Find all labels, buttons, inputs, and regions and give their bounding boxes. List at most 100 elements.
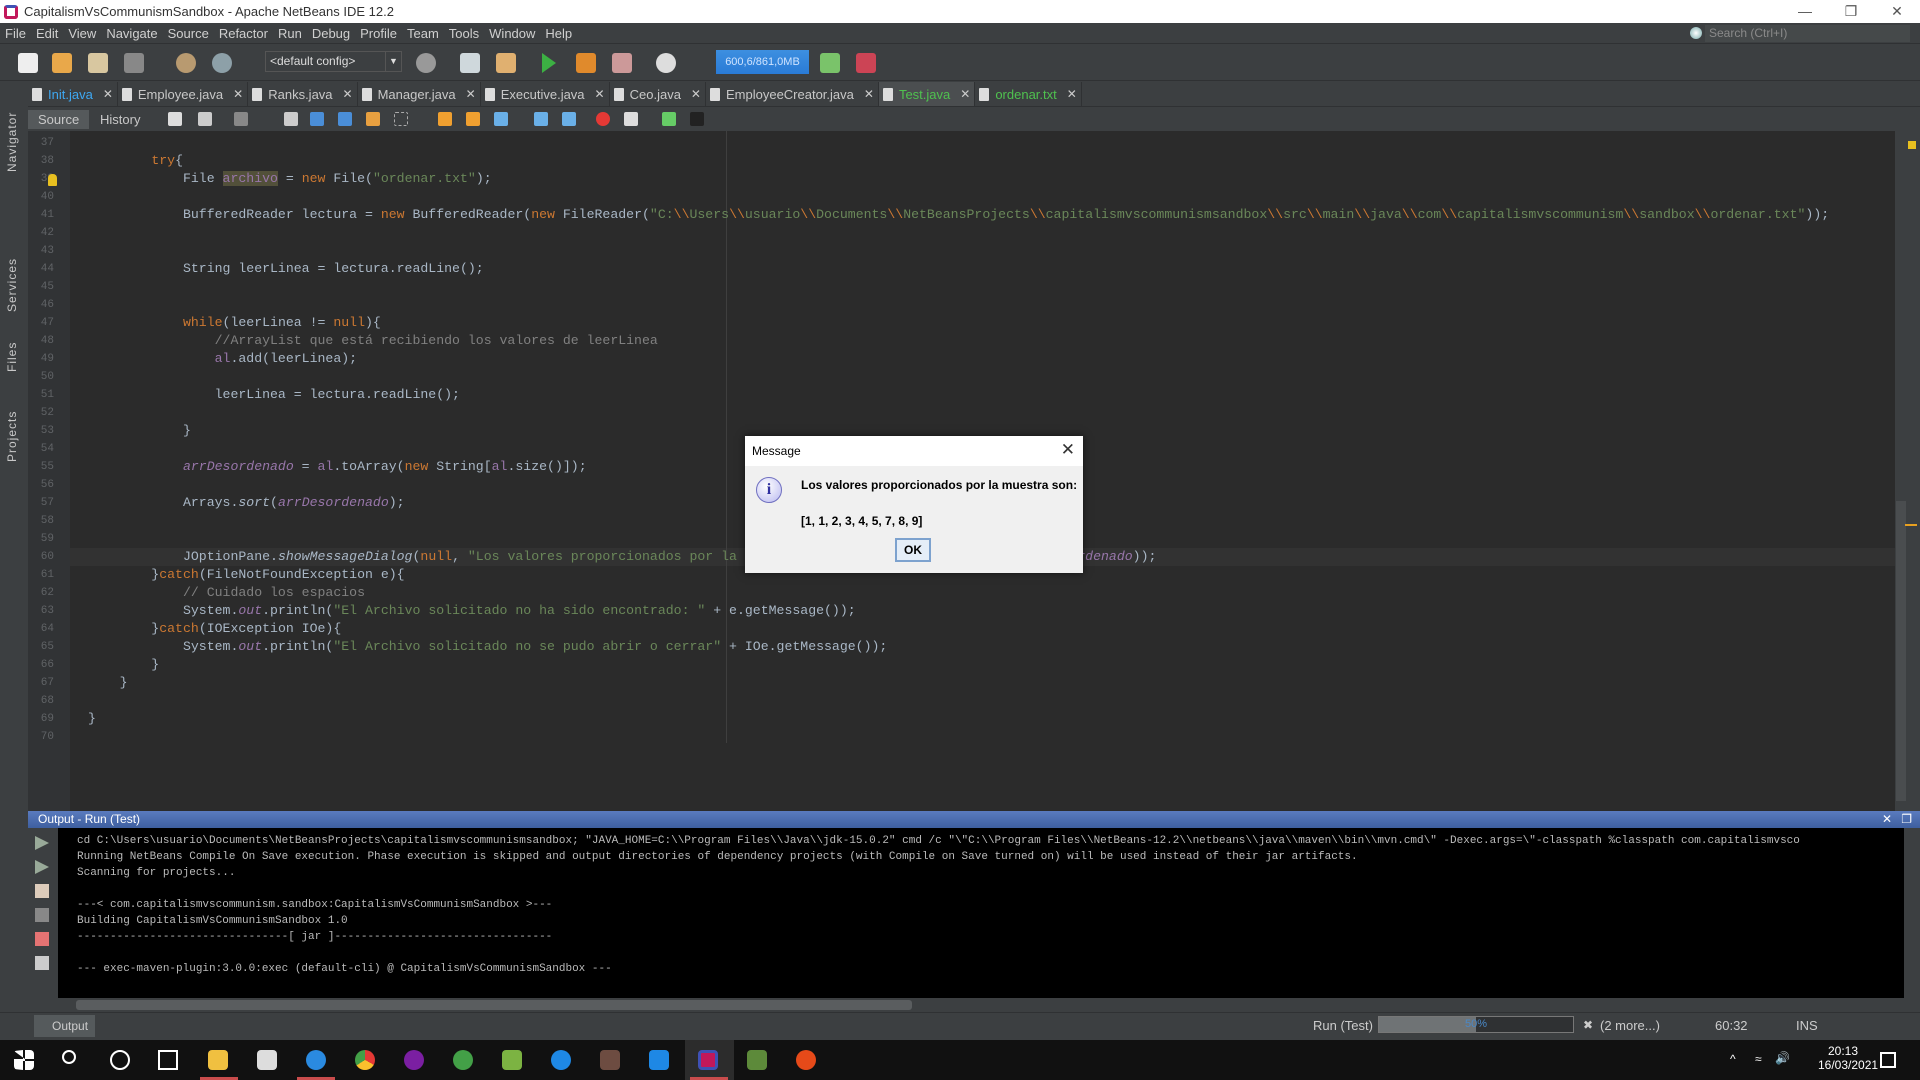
maximize-button[interactable]: ❐ — [1828, 0, 1874, 23]
uncomment-icon[interactable] — [690, 112, 704, 126]
podcast-app-icon[interactable] — [404, 1050, 424, 1070]
task-view-icon[interactable] — [158, 1050, 178, 1070]
next-bookmark-icon[interactable] — [466, 112, 480, 126]
vscode-icon[interactable] — [649, 1050, 669, 1070]
ok-button[interactable]: OK — [895, 538, 931, 562]
start-icon[interactable] — [14, 1050, 34, 1070]
last-edit-icon[interactable] — [168, 112, 182, 126]
profile-icon[interactable] — [656, 53, 676, 73]
side-tab-files[interactable]: Files — [5, 342, 19, 372]
stop-macro-icon[interactable] — [624, 112, 638, 126]
save-all-icon[interactable] — [124, 53, 144, 73]
tab-manager-java[interactable]: Manager.java ✕ — [358, 82, 481, 106]
tab-source[interactable]: Source — [28, 110, 90, 129]
utorrent-icon[interactable] — [453, 1050, 473, 1070]
volume-icon[interactable]: 🔊 — [1775, 1051, 1790, 1065]
search-input[interactable]: Search (Ctrl+I) — [1705, 25, 1910, 42]
menu-source[interactable]: Source — [163, 26, 214, 41]
open-project-icon[interactable] — [88, 53, 108, 73]
undo-icon[interactable] — [176, 53, 196, 73]
minecraft-icon[interactable] — [600, 1050, 620, 1070]
close-tab-icon[interactable]: ✕ — [960, 87, 970, 101]
output-console[interactable]: cd C:\Users\usuario\Documents\NetBeansPr… — [58, 828, 1904, 998]
close-output-icon[interactable]: ✕ — [1882, 811, 1892, 828]
find-previous-icon[interactable] — [310, 112, 324, 126]
maximize-output-icon[interactable]: ❐ — [1901, 811, 1912, 828]
editor-vertical-scrollbar[interactable] — [1895, 131, 1920, 811]
browser-icon[interactable] — [551, 1050, 571, 1070]
rect-select-icon[interactable] — [394, 112, 408, 126]
menu-tools[interactable]: Tools — [444, 26, 484, 41]
tab-employeecreator-java[interactable]: EmployeeCreator.java ✕ — [706, 82, 879, 106]
close-tab-icon[interactable]: ✕ — [1067, 87, 1077, 101]
menu-view[interactable]: View — [63, 26, 101, 41]
clock[interactable]: 20:13 16/03/2021 — [1818, 1044, 1878, 1072]
lightbulb-hint-icon[interactable] — [48, 174, 57, 186]
run-icon[interactable] — [542, 53, 556, 73]
tray-chevron-icon[interactable]: ^ — [1730, 1052, 1736, 1066]
build-hammer-icon[interactable] — [460, 53, 480, 73]
file-explorer-icon[interactable] — [208, 1050, 228, 1070]
rerun-with-options-icon[interactable] — [35, 860, 49, 874]
start-macro-icon[interactable] — [596, 112, 610, 126]
comment-icon[interactable] — [662, 112, 676, 126]
settings-icon[interactable] — [35, 908, 49, 922]
memory-usage-widget[interactable]: 600,6/861,0MB — [716, 50, 809, 74]
find-next-icon[interactable] — [338, 112, 352, 126]
menu-help[interactable]: Help — [540, 26, 577, 41]
search-icon[interactable] — [1690, 27, 1702, 39]
clean-build-icon[interactable] — [496, 53, 516, 73]
warning-marker[interactable] — [1908, 141, 1916, 149]
grass-block-icon[interactable] — [747, 1050, 767, 1070]
menu-refactor[interactable]: Refactor — [214, 26, 273, 41]
close-tab-icon[interactable]: ✕ — [864, 87, 874, 101]
previous-bookmark-icon[interactable] — [438, 112, 452, 126]
rerun-icon[interactable] — [35, 836, 49, 850]
close-tab-icon[interactable]: ✕ — [233, 87, 243, 101]
menu-edit[interactable]: Edit — [31, 26, 63, 41]
config-select[interactable]: <default config> ▼ — [265, 51, 402, 72]
netbeans-icon[interactable] — [698, 1050, 718, 1070]
search-icon[interactable] — [62, 1050, 76, 1064]
ubuntu-icon[interactable] — [796, 1050, 816, 1070]
new-project-icon[interactable] — [52, 53, 72, 73]
close-tab-icon[interactable]: ✕ — [103, 87, 113, 101]
cancel-task-icon[interactable]: ✖ — [1583, 1018, 1593, 1032]
cortana-icon[interactable] — [110, 1050, 130, 1070]
menu-debug[interactable]: Debug — [307, 26, 355, 41]
find-icon[interactable] — [284, 112, 298, 126]
shift-left-icon[interactable] — [534, 112, 548, 126]
tab-init-java[interactable]: Init.java ✕ — [28, 82, 118, 106]
back-icon[interactable] — [198, 112, 212, 126]
output-window-tab[interactable]: Output — [34, 1015, 95, 1037]
reload-icon[interactable] — [576, 53, 596, 73]
redo-icon[interactable] — [212, 53, 232, 73]
scrollbar-thumb[interactable] — [76, 1000, 912, 1010]
shift-right-icon[interactable] — [562, 112, 576, 126]
firefox-icon[interactable] — [306, 1050, 326, 1070]
side-tab-navigator[interactable]: Navigator — [5, 112, 19, 172]
side-tab-projects[interactable]: Projects — [5, 411, 19, 462]
stop-profiler-icon[interactable] — [856, 53, 876, 73]
chrome-icon[interactable] — [355, 1050, 375, 1070]
menu-run[interactable]: Run — [273, 26, 307, 41]
forward-icon[interactable] — [234, 112, 248, 126]
notifications-icon[interactable] — [1880, 1052, 1896, 1068]
globe-icon[interactable] — [416, 53, 436, 73]
close-tab-icon[interactable]: ✕ — [595, 87, 605, 101]
tab-ceo-java[interactable]: Ceo.java ✕ — [610, 82, 706, 106]
menu-file[interactable]: File — [0, 26, 31, 41]
close-tab-icon[interactable]: ✕ — [343, 87, 353, 101]
minimize-button[interactable]: — — [1782, 0, 1828, 23]
close-window-button[interactable]: ✕ — [1874, 0, 1920, 23]
tab-executive-java[interactable]: Executive.java ✕ — [481, 82, 610, 106]
menu-window[interactable]: Window — [484, 26, 540, 41]
toggle-bookmark-icon[interactable] — [494, 112, 508, 126]
menu-profile[interactable]: Profile — [355, 26, 402, 41]
gc-profiler-icon[interactable] — [820, 53, 840, 73]
occurrence-marker[interactable] — [1905, 524, 1917, 526]
progress-bar[interactable]: 50% — [1378, 1016, 1574, 1033]
menu-navigate[interactable]: Navigate — [101, 26, 162, 41]
forward-arrow-icon[interactable] — [35, 884, 49, 898]
new-file-icon[interactable] — [18, 53, 38, 73]
